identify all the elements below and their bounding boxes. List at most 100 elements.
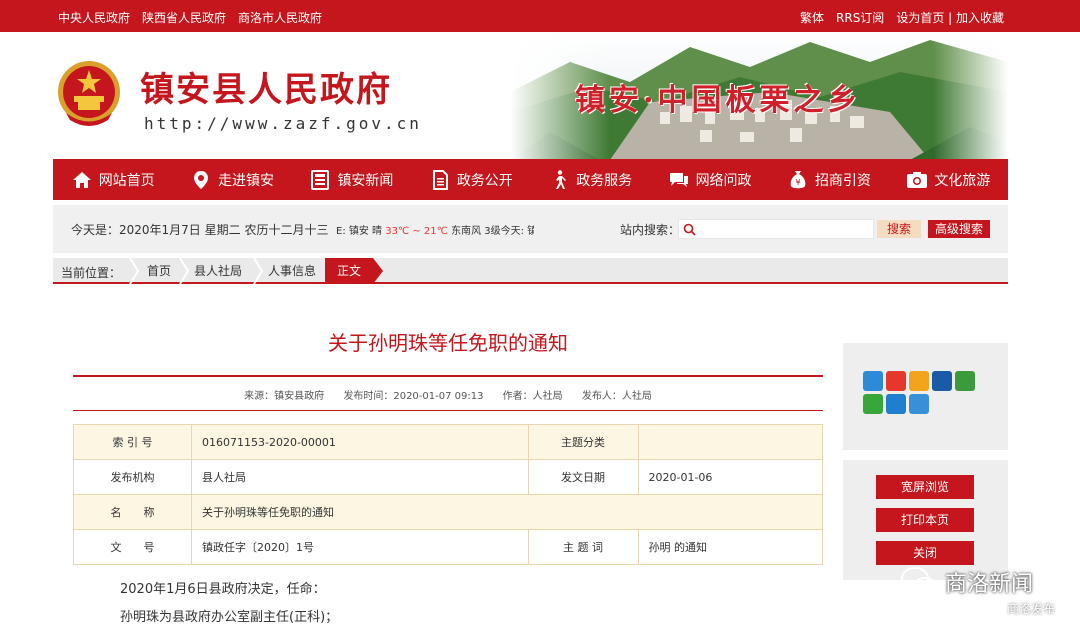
share-qzone-icon[interactable]: [863, 371, 883, 391]
table-value: 孙明 的通知: [637, 529, 823, 565]
chat-bubble-icon: [669, 172, 688, 187]
info-bar: 今天是：2020年1月7日 星期二 农历十二月十三 E: 镇安 晴 33℃ ~ …: [53, 205, 1008, 253]
nav-culture-tourism[interactable]: 文化旅游: [889, 159, 1008, 200]
watermark-sub: 商洛发布: [1007, 602, 1056, 616]
weather-suffix: 东南风 3级今天: 镇: [447, 226, 534, 237]
document-info-table: 索 引 号 016071153-2020-00001 主题分类 发布机构 县人社…: [73, 424, 823, 565]
share-clover-icon[interactable]: [863, 394, 883, 414]
table-key: 名 称: [73, 494, 192, 530]
site-url: http://www.zazf.gov.cn: [144, 114, 422, 133]
nav-gov-affairs[interactable]: 政务公开: [411, 159, 530, 200]
nav-label: 走进镇安: [218, 172, 275, 189]
share-people-icon[interactable]: [932, 371, 952, 391]
widescreen-button[interactable]: 宽屏浏览: [876, 475, 974, 499]
document-icon: [432, 169, 448, 190]
search-label: 站内搜索：: [620, 223, 681, 237]
breadcrumb-personnel[interactable]: 人事信息: [263, 258, 321, 284]
breadcrumb-current: 正文: [325, 258, 373, 284]
weather-ticker: E: 镇安 晴 33℃ ~ 21℃ 东南风 3级今天: 镇: [336, 222, 534, 237]
share-panel: [843, 343, 1008, 450]
nav-label: 文化旅游: [934, 172, 991, 189]
table-value: [637, 424, 823, 460]
nav-online-inquiry[interactable]: 网络问政: [650, 159, 769, 200]
table-key: 发布机构: [73, 459, 192, 495]
share-weibo-icon[interactable]: [886, 371, 906, 391]
article-paragraph: 2020年1月6日县政府决定，任命：: [120, 582, 326, 597]
main-nav: 网站首页 走进镇安 镇安新闻 政务公开 政务服务 网络问政 ¥ 招商引资 文化旅…: [53, 159, 1008, 200]
nav-label: 网站首页: [98, 172, 155, 189]
chevron-right-icon: [253, 258, 263, 284]
breadcrumb-hrss[interactable]: 县人社局: [189, 258, 247, 284]
site-title[interactable]: 镇安县人民政府: [140, 62, 392, 111]
meta-publisher: 发布人：人社局: [581, 391, 652, 402]
table-value: 016071153-2020-00001: [191, 424, 529, 460]
link-central-gov[interactable]: 中央人民政府: [58, 9, 130, 26]
link-shaanxi-gov[interactable]: 陕西省人民政府: [142, 9, 226, 26]
chevron-right-icon: [129, 258, 139, 284]
table-key: 主题分类: [527, 424, 639, 460]
table-key: 索 引 号: [73, 424, 192, 460]
link-traditional[interactable]: 繁体: [800, 9, 824, 26]
svg-text:¥: ¥: [795, 178, 800, 187]
table-row: 发布机构 县人社局 发文日期 2020-01-06: [73, 459, 823, 495]
nav-label: 网络问政: [695, 172, 752, 189]
table-value: 镇政任字〔2020〕1号: [191, 529, 529, 565]
table-value: 县人社局: [191, 459, 529, 495]
share-douban-icon[interactable]: [955, 371, 975, 391]
table-row: 文 号 镇政任字〔2020〕1号 主 题 词 孙明 的通知: [73, 529, 823, 565]
money-bag-icon: ¥: [790, 170, 806, 188]
search-button[interactable]: 搜索: [877, 220, 921, 238]
share-star-icon[interactable]: [909, 371, 929, 391]
table-key: 主 题 词: [527, 529, 639, 565]
breadcrumb-label: 当前位置：: [61, 266, 122, 280]
nav-label: 政务服务: [576, 172, 633, 189]
weather-prefix: E: 镇安 晴: [336, 226, 386, 237]
meta-divider: [73, 410, 823, 411]
top-bar: 中央人民政府 陕西省人民政府 商洛市人民政府 繁体 RRS订阅 设为首页 | 加…: [0, 0, 1080, 32]
chevron-right-icon: [179, 258, 189, 284]
newspaper-icon: [311, 169, 330, 190]
link-homepage-favorite[interactable]: 设为首页 | 加入收藏: [896, 9, 1004, 26]
share-more-icon[interactable]: [909, 394, 929, 414]
nav-about[interactable]: 走进镇安: [172, 159, 291, 200]
nav-home[interactable]: 网站首页: [53, 159, 172, 200]
nav-label: 镇安新闻: [337, 172, 394, 189]
national-emblem-icon: [58, 61, 120, 126]
breadcrumb-arrow-tip: [373, 258, 383, 284]
table-row: 名 称 关于孙明珠等任免职的通知: [73, 494, 823, 530]
link-rss[interactable]: RRS订阅: [836, 9, 884, 26]
walking-person-icon: [556, 169, 567, 189]
table-value: 2020-01-06: [637, 459, 823, 495]
search-input[interactable]: [678, 219, 874, 239]
nav-news[interactable]: 镇安新闻: [292, 159, 411, 200]
advanced-search-button[interactable]: 高级搜索: [928, 220, 990, 238]
nav-gov-service[interactable]: 政务服务: [531, 159, 650, 200]
print-button[interactable]: 打印本页: [876, 508, 974, 532]
home-icon: [72, 171, 91, 188]
title-divider: [73, 375, 823, 377]
weather-temperature: 33℃ ~ 21℃: [385, 226, 448, 237]
table-key: 文 号: [73, 529, 192, 565]
meta-source: 来源：镇安县政府: [244, 391, 325, 402]
meta-time: 发布时间：2020-01-07 09:13: [343, 391, 484, 402]
banner-slogan: 镇安·中国板栗之乡: [575, 83, 862, 118]
search-icon: [683, 223, 696, 236]
article-title: 关于孙明珠等任免职的通知: [328, 331, 568, 355]
link-shangluo-gov[interactable]: 商洛市人民政府: [238, 9, 322, 26]
table-row: 索 引 号 016071153-2020-00001 主题分类: [73, 424, 823, 460]
breadcrumb-home[interactable]: 首页: [139, 258, 179, 284]
current-date: 今天是：2020年1月7日 星期二 农历十二月十三: [71, 223, 329, 237]
location-pin-icon: [194, 170, 209, 189]
camera-icon: [907, 171, 928, 188]
watermark-name: 商洛新闻: [945, 572, 1034, 597]
meta-author: 作者：人社局: [502, 391, 563, 402]
nav-label: 招商引资: [814, 172, 871, 189]
table-key: 发文日期: [527, 459, 639, 495]
share-qq-icon[interactable]: [886, 394, 906, 414]
nav-investment[interactable]: ¥ 招商引资: [769, 159, 888, 200]
breadcrumb: 当前位置： 首页 县人社局 人事信息 正文: [53, 258, 1008, 284]
article-meta: 来源：镇安县政府 发布时间：2020-01-07 09:13 作者：人社局 发布…: [73, 387, 823, 402]
article-paragraph: 孙明珠为县政府办公室副主任(正科)；: [120, 610, 339, 625]
nav-label: 政务公开: [456, 172, 513, 189]
table-value: 关于孙明珠等任免职的通知: [191, 494, 823, 530]
